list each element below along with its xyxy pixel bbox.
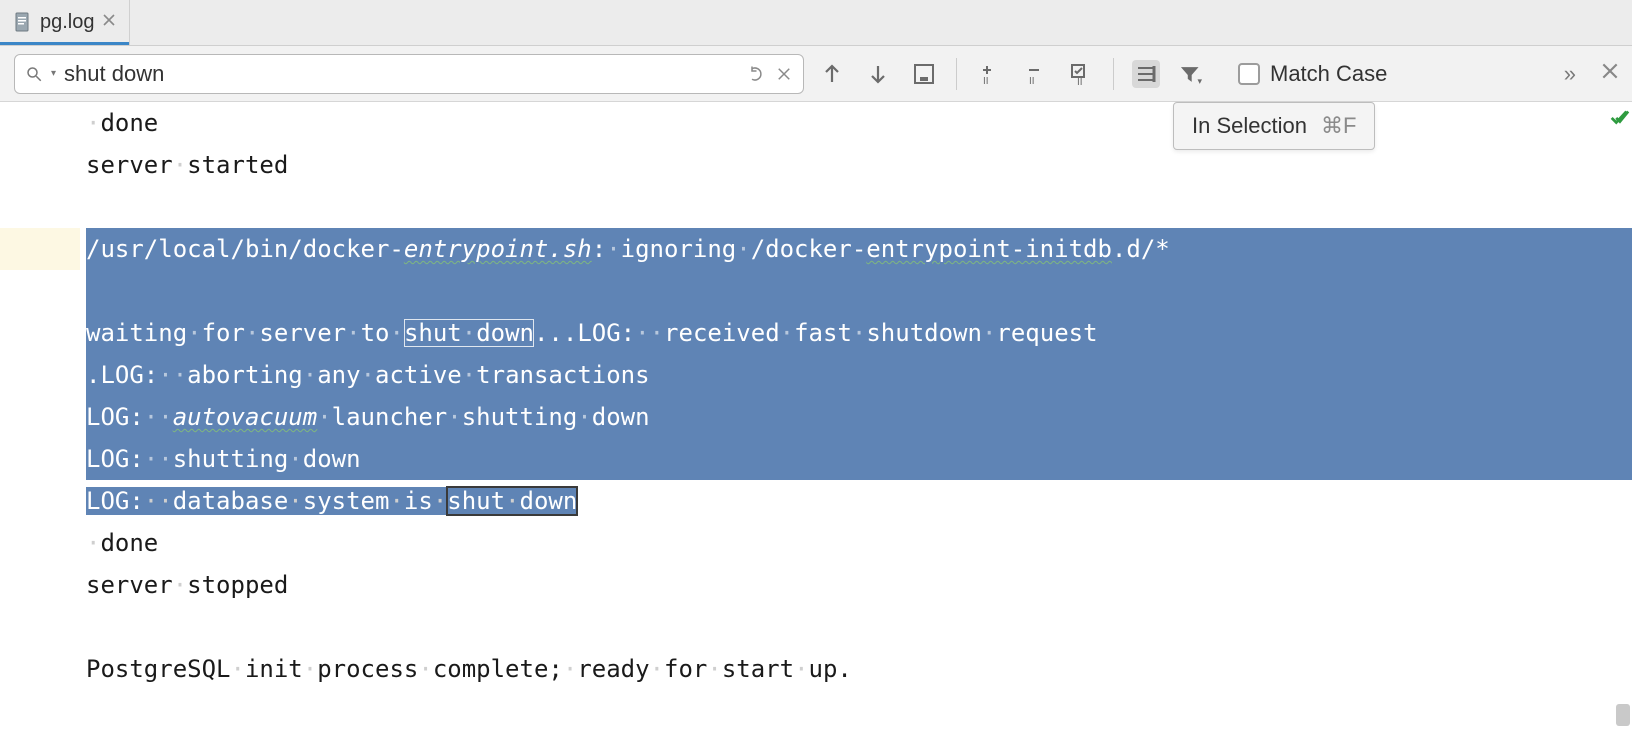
close-tab-icon[interactable] — [103, 13, 115, 31]
code-line[interactable]: server·started — [86, 144, 1632, 186]
match-case-label: Match Case — [1270, 61, 1387, 87]
find-toolbar: ▾ II II II ▾ Match Case » In Selection ⌘… — [0, 46, 1632, 102]
code-line[interactable]: ·done — [86, 102, 1632, 144]
tab-bar: pg.log — [0, 0, 1632, 46]
code-line[interactable] — [86, 606, 1632, 648]
analysis-ok-icon — [1608, 106, 1630, 133]
gutter — [0, 102, 86, 732]
prev-match-icon[interactable] — [818, 60, 846, 88]
match-case-option[interactable]: Match Case — [1238, 61, 1387, 87]
search-input[interactable] — [64, 61, 741, 87]
file-icon — [14, 12, 32, 32]
code-line[interactable] — [86, 186, 1632, 228]
tab-filename: pg.log — [40, 11, 95, 34]
editor-window: pg.log ▾ II II II ▾ — [0, 0, 1632, 732]
search-history-icon[interactable] — [749, 65, 767, 83]
svg-text:II: II — [1077, 77, 1083, 86]
filter-icon[interactable]: ▾ — [1178, 60, 1206, 88]
close-find-icon[interactable] — [1602, 63, 1618, 84]
more-options-icon[interactable]: » — [1564, 61, 1576, 87]
code-line[interactable]: waiting·for·server·to·shut·down...LOG:··… — [86, 312, 1632, 354]
code-line[interactable] — [86, 270, 1632, 312]
select-all-icon[interactable] — [910, 60, 938, 88]
code-line[interactable]: PostgreSQL·init·process·complete;·ready·… — [86, 648, 1632, 690]
search-options-dropdown-icon[interactable]: ▾ — [51, 68, 56, 79]
search-field-wrap[interactable]: ▾ — [14, 54, 804, 94]
match-case-checkbox[interactable] — [1238, 63, 1260, 85]
next-match-icon[interactable] — [864, 60, 892, 88]
find-actions: II II II ▾ — [818, 58, 1206, 90]
code-line[interactable]: ·done — [86, 522, 1632, 564]
add-selection-icon[interactable]: II — [975, 60, 1003, 88]
svg-text:II: II — [1029, 76, 1035, 86]
code-line[interactable]: /usr/local/bin/docker-entrypoint.sh:·ign… — [86, 228, 1632, 270]
remove-selection-icon[interactable]: II — [1021, 60, 1049, 88]
file-tab[interactable]: pg.log — [0, 0, 130, 45]
active-tab-indicator — [0, 42, 129, 45]
code-line[interactable]: server·stopped — [86, 564, 1632, 606]
clear-search-icon[interactable] — [775, 65, 793, 83]
code-line[interactable]: .LOG:··aborting·any·active·transactions — [86, 354, 1632, 396]
in-selection-toggle-icon[interactable] — [1132, 60, 1160, 88]
svg-text:II: II — [983, 76, 989, 86]
code-content[interactable]: ·doneserver·started/usr/local/bin/docker… — [86, 102, 1632, 732]
code-line[interactable]: LOG:··shutting·down — [86, 438, 1632, 480]
editor-area[interactable]: ·doneserver·started/usr/local/bin/docker… — [0, 102, 1632, 732]
toolbar-divider — [956, 58, 957, 90]
select-all-occurrences-icon[interactable]: II — [1067, 60, 1095, 88]
scrollbar-thumb[interactable] — [1616, 704, 1630, 726]
current-line-gutter-highlight — [0, 228, 80, 270]
search-icon — [25, 65, 43, 83]
toolbar-divider — [1113, 58, 1114, 90]
marker-bar — [1606, 102, 1632, 732]
code-line[interactable]: LOG:··database·system·is·shut·down — [86, 480, 1632, 522]
code-line[interactable]: LOG:··autovacuum·launcher·shutting·down — [86, 396, 1632, 438]
